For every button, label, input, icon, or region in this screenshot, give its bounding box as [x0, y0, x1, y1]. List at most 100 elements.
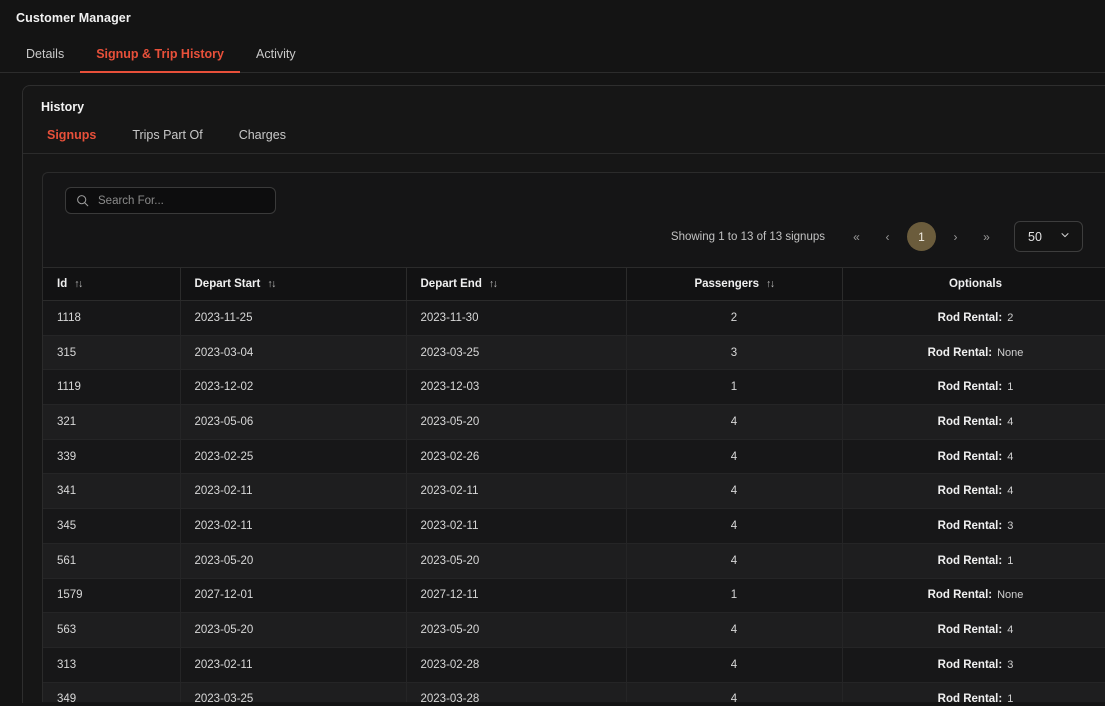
cell-depart-start: 2023-02-11	[180, 473, 407, 510]
cell-optionals: Rod Rental: 1	[842, 369, 1105, 406]
subtab-trips-part-of[interactable]: Trips Part Of	[114, 128, 220, 153]
cell-passengers: 4	[626, 404, 843, 440]
table-row[interactable]: 313 2023-02-11 2023-02-28 4 Rod Rental: 3	[43, 647, 1105, 683]
app-title: Customer Manager	[16, 11, 131, 25]
cell-passengers: 1	[626, 369, 843, 406]
secondary-tab-bar: Signups Trips Part Of Charges	[23, 114, 1105, 154]
search-input[interactable]	[98, 194, 265, 207]
signups-table-panel: Showing 1 to 13 of 13 signups « ‹ 1 › » …	[42, 172, 1105, 702]
cell-depart-start: 2023-03-04	[180, 335, 407, 371]
page-size-select[interactable]: 50	[1014, 221, 1083, 252]
table-row[interactable]: 339 2023-02-25 2023-02-26 4 Rod Rental: 4	[43, 439, 1105, 475]
subtab-signups[interactable]: Signups	[41, 128, 114, 153]
cell-depart-start: 2023-11-25	[180, 300, 407, 336]
sort-icon[interactable]: ↑↓	[489, 279, 498, 290]
page-number-1[interactable]: 1	[907, 222, 936, 251]
cell-id: 341	[43, 473, 181, 510]
column-header-depart-start[interactable]: Depart Start ↑↓	[180, 267, 407, 301]
cell-depart-start: 2027-12-01	[180, 578, 407, 614]
cell-optionals: Rod Rental: 3	[842, 508, 1105, 544]
tab-activity[interactable]: Activity	[240, 47, 312, 72]
column-header-optionals: Optionals	[842, 267, 1105, 301]
sort-icon[interactable]: ↑↓	[766, 279, 775, 290]
optional-value: 1	[1007, 693, 1014, 702]
table-row[interactable]: 561 2023-05-20 2023-05-20 4 Rod Rental: 1	[43, 543, 1105, 579]
table-row[interactable]: 1119 2023-12-02 2023-12-03 1 Rod Rental: 1	[43, 369, 1105, 406]
cell-depart-start: 2023-05-20	[180, 612, 407, 648]
optional-label: Rod Rental:	[937, 381, 1003, 394]
column-label-depart-end: Depart End	[420, 278, 482, 290]
primary-tab-bar: Details Signup & Trip History Activity	[0, 25, 1105, 73]
cell-depart-end: 2023-05-20	[406, 404, 627, 440]
pagination-controls: Showing 1 to 13 of 13 signups « ‹ 1 › » …	[671, 221, 1083, 252]
cell-depart-end: 2023-03-25	[406, 335, 627, 371]
table-row[interactable]: 345 2023-02-11 2023-02-11 4 Rod Rental: 3	[43, 508, 1105, 544]
column-label-id: Id	[57, 278, 68, 290]
optional-label: Rod Rental:	[937, 624, 1003, 637]
table-header: Id ↑↓ Depart Start ↑↓ Depart End ↑↓ Pass…	[43, 267, 1105, 301]
cell-passengers: 1	[626, 578, 843, 614]
cell-optionals: Rod Rental: 4	[842, 439, 1105, 475]
cell-id: 1118	[43, 300, 181, 336]
table-row[interactable]: 1118 2023-11-25 2023-11-30 2 Rod Rental: 2	[43, 300, 1105, 336]
cell-depart-start: 2023-12-02	[180, 369, 407, 406]
column-header-id[interactable]: Id ↑↓	[43, 267, 181, 301]
cell-optionals: Rod Rental: 1	[842, 543, 1105, 579]
cell-optionals: Rod Rental: None	[842, 578, 1105, 614]
cell-passengers: 4	[626, 508, 843, 544]
optional-value: 4	[1007, 415, 1014, 428]
subtab-charges[interactable]: Charges	[221, 128, 304, 153]
cell-passengers: 4	[626, 647, 843, 683]
column-header-depart-end[interactable]: Depart End ↑↓	[406, 267, 627, 301]
table-row[interactable]: 315 2023-03-04 2023-03-25 3 Rod Rental: None	[43, 335, 1105, 371]
table-row[interactable]: 1579 2027-12-01 2027-12-11 1 Rod Rental: None	[43, 578, 1105, 614]
tab-details[interactable]: Details	[16, 47, 80, 72]
sort-icon[interactable]: ↑↓	[267, 279, 276, 290]
cell-passengers: 4	[626, 612, 843, 648]
table-toolbar: Showing 1 to 13 of 13 signups « ‹ 1 › » …	[43, 173, 1105, 267]
history-card: History Signups Trips Part Of Charges Se…	[22, 85, 1105, 703]
cell-depart-start: 2023-02-25	[180, 439, 407, 475]
optional-value: 3	[1007, 658, 1014, 671]
optional-label: Rod Rental:	[937, 554, 1003, 567]
table-row[interactable]: 321 2023-05-06 2023-05-20 4 Rod Rental: 4	[43, 404, 1105, 440]
optional-value: None	[997, 346, 1024, 359]
first-page-button[interactable]: «	[841, 221, 872, 252]
cell-passengers: 4	[626, 543, 843, 579]
table-row[interactable]: 341 2023-02-11 2023-02-11 4 Rod Rental: 4	[43, 473, 1105, 510]
last-page-button[interactable]: »	[971, 221, 1002, 252]
cell-passengers: 2	[626, 300, 843, 336]
cell-depart-start: 2023-05-20	[180, 543, 407, 579]
optional-value: 3	[1007, 519, 1014, 532]
signups-table: Id ↑↓ Depart Start ↑↓ Depart End ↑↓ Pass…	[43, 267, 1105, 702]
cell-id: 345	[43, 508, 181, 544]
cell-id: 563	[43, 612, 181, 648]
cell-id: 1579	[43, 578, 181, 614]
cell-depart-end: 2023-11-30	[406, 300, 627, 336]
optional-label: Rod Rental:	[937, 519, 1003, 532]
cell-id: 315	[43, 335, 181, 371]
cell-id: 1119	[43, 369, 181, 406]
optional-value: 1	[1007, 381, 1014, 394]
search-icon	[76, 194, 89, 207]
table-row[interactable]: 563 2023-05-20 2023-05-20 4 Rod Rental: 4	[43, 612, 1105, 648]
prev-page-button[interactable]: ‹	[872, 221, 903, 252]
cell-depart-end: 2023-02-11	[406, 473, 627, 510]
pagination-status: Showing 1 to 13 of 13 signups	[670, 230, 825, 243]
optional-label: Rod Rental:	[937, 485, 1003, 498]
optional-label: Rod Rental:	[937, 311, 1003, 324]
tab-signup-trip-history[interactable]: Signup & Trip History	[80, 47, 240, 73]
optional-value: 2	[1007, 311, 1014, 324]
optional-label: Rod Rental:	[937, 693, 1003, 702]
optional-value: 4	[1007, 450, 1014, 463]
card-title: History	[41, 100, 85, 114]
search-box[interactable]	[65, 187, 276, 214]
table-row[interactable]: 349 2023-03-25 2023-03-28 4 Rod Rental: 1	[43, 682, 1105, 702]
cell-depart-start: 2023-02-11	[180, 508, 407, 544]
chevron-down-icon	[1059, 228, 1071, 246]
sort-icon[interactable]: ↑↓	[74, 279, 83, 290]
column-header-passengers[interactable]: Passengers ↑↓	[626, 267, 843, 301]
cell-id: 561	[43, 543, 181, 579]
cell-depart-end: 2023-05-20	[406, 543, 627, 579]
next-page-button[interactable]: ›	[940, 221, 971, 252]
